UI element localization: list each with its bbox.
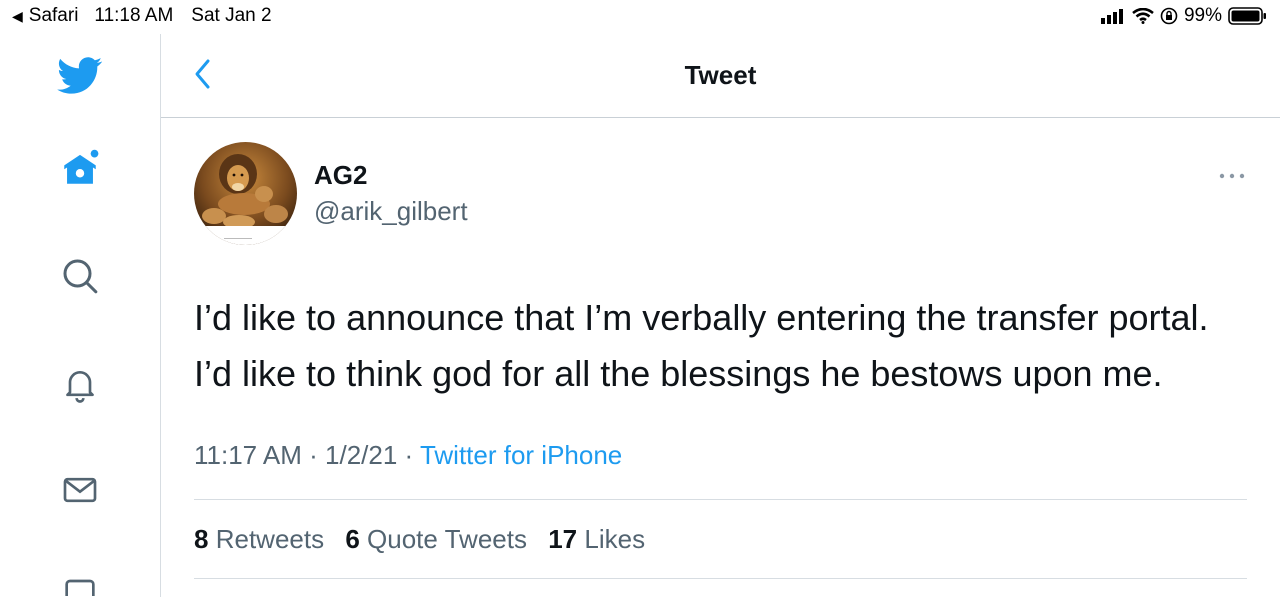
home-icon[interactable]	[56, 144, 104, 192]
bookmark-icon[interactable]	[56, 566, 104, 596]
twitter-bird-icon[interactable]	[56, 52, 104, 100]
status-time: 11:18 AM	[94, 5, 174, 26]
tweet-text: I’d like to announce that I’m verbally e…	[194, 290, 1264, 402]
battery-percent: 99%	[1183, 5, 1222, 26]
tweet-source-link[interactable]: Twitter for iPhone	[420, 440, 622, 470]
tweet-stats: 8 Retweets 6 Quote Tweets 17 Likes	[194, 524, 659, 555]
mail-icon[interactable]	[56, 466, 104, 514]
back-app-label[interactable]: Safari	[29, 5, 79, 27]
retweets-label[interactable]: Retweets	[216, 524, 324, 554]
likes-label[interactable]: Likes	[584, 524, 645, 554]
retweets-count[interactable]: 8	[194, 524, 208, 554]
status-left: ◀ Safari 11:18 AM Sat Jan 2	[12, 5, 272, 27]
orientation-lock-icon	[1160, 7, 1178, 25]
divider	[194, 499, 1247, 500]
tweet-meta: 11:17 AM · 1/2/21 · Twitter for iPhone	[194, 440, 622, 471]
battery-icon	[1228, 6, 1268, 26]
quote-tweets-count[interactable]: 6	[345, 524, 359, 554]
likes-count[interactable]: 17	[548, 524, 577, 554]
divider	[194, 578, 1247, 579]
cellular-signal-icon	[1100, 8, 1126, 24]
quote-tweets-label[interactable]: Quote Tweets	[367, 524, 527, 554]
author-name[interactable]: AG2	[314, 160, 367, 191]
avatar[interactable]	[194, 142, 297, 245]
author-handle[interactable]: @arik_gilbert	[314, 196, 468, 227]
back-to-app-icon[interactable]: ◀	[12, 8, 23, 25]
status-right: 99%	[1094, 5, 1268, 27]
search-icon[interactable]	[56, 252, 104, 300]
status-bar: ◀ Safari 11:18 AM Sat Jan 2 99%	[0, 0, 1280, 34]
tweet-text-line: I’d like to think god for all the blessi…	[194, 353, 1163, 394]
wifi-icon	[1132, 8, 1154, 24]
tweet-timestamp: 11:17 AM · 1/2/21 ·	[194, 440, 420, 470]
sidebar-nav	[0, 34, 161, 597]
tweet-header: Tweet	[161, 34, 1280, 118]
more-options-icon[interactable]	[1212, 164, 1252, 188]
status-date: Sat Jan 2	[191, 5, 272, 26]
tweet-text-line: I’d like to announce that I’m verbally e…	[194, 297, 1209, 338]
bell-icon[interactable]	[56, 360, 104, 408]
page-title: Tweet	[684, 60, 757, 90]
